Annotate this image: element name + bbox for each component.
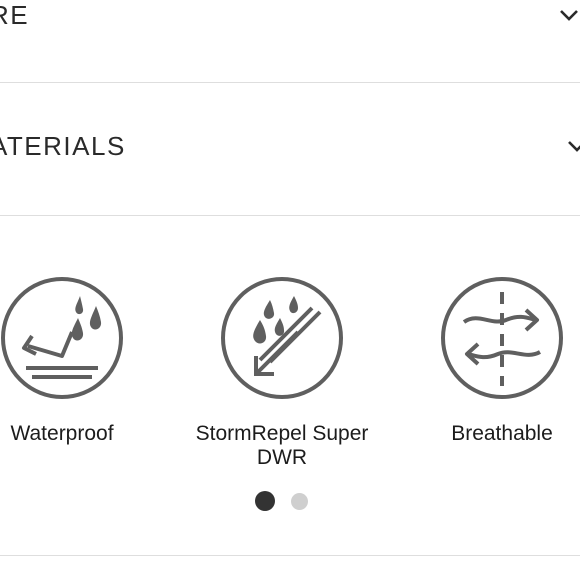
pagination-dot[interactable] (291, 493, 308, 510)
feature-label: Waterproof (10, 422, 114, 445)
carousel-pagination (0, 491, 580, 513)
feature-label: Breathable (451, 422, 553, 445)
accordion-title: RE (0, 0, 30, 30)
divider (0, 555, 580, 556)
breathable-icon (441, 277, 563, 399)
feature-breathable: Breathable (402, 276, 580, 446)
chevron-down-icon[interactable] (558, 4, 580, 26)
accordion-item-1[interactable]: RE (0, 0, 580, 82)
feature-stormrepel-dwr: StormRepel Super DWR (182, 276, 382, 470)
waterproof-icon (1, 277, 123, 399)
pagination-dot-active[interactable] (255, 491, 275, 511)
feature-label: StormRepel Super DWR (195, 422, 369, 469)
accordion-title: ATERIALS (0, 131, 126, 161)
divider (0, 215, 580, 216)
chevron-down-icon[interactable] (566, 135, 580, 157)
accordion-item-2[interactable]: ATERIALS (0, 83, 580, 215)
feature-waterproof: Waterproof (0, 276, 162, 446)
stormrepel-dwr-icon (221, 277, 343, 399)
